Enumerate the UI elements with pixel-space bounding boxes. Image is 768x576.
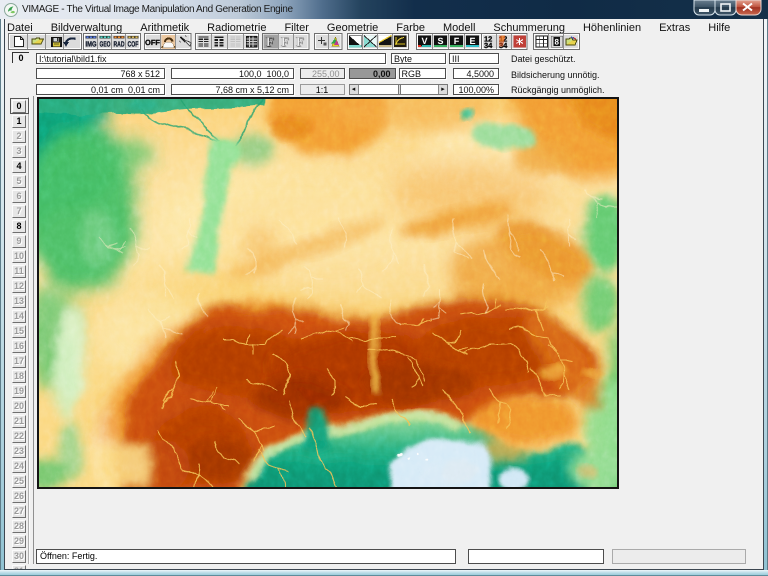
svg-text:E: E [469, 36, 475, 46]
svg-text:IMG: IMG [86, 40, 97, 49]
svg-text:GEO: GEO [100, 40, 111, 49]
svg-text:34: 34 [484, 41, 493, 50]
svg-text:RAD: RAD [114, 40, 125, 49]
svg-text:F: F [281, 34, 289, 49]
svg-text:F: F [454, 36, 460, 46]
svg-text:F: F [296, 34, 304, 49]
svg-text:V: V [421, 36, 427, 46]
svg-text:8: 8 [554, 38, 559, 47]
svg-text:S: S [437, 36, 443, 46]
svg-text:COF: COF [128, 40, 139, 49]
svg-text:OFF: OFF [145, 38, 160, 47]
svg-text:F: F [266, 34, 274, 49]
